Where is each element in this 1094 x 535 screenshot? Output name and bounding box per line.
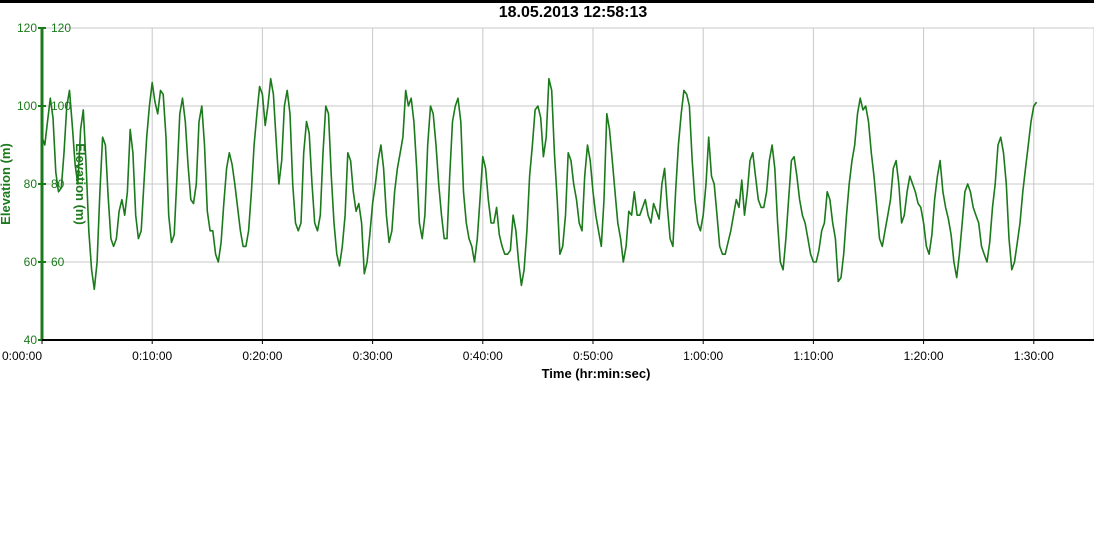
x-tick-label: 1:10:00: [793, 349, 833, 363]
x-tick-label: 0:50:00: [573, 349, 613, 363]
x-tick-label: 0:20:00: [242, 349, 282, 363]
chart-title: 18.05.2013 12:58:13: [499, 4, 648, 21]
x-tick-label: 0:40:00: [463, 349, 503, 363]
x-tick-label: 0:00:00: [2, 349, 42, 363]
y-axis-label: Elevation (m): [0, 143, 13, 225]
x-tick-label: 1:00:00: [683, 349, 723, 363]
x-tick-label: 1:20:00: [904, 349, 944, 363]
y-tick-label-outer: 100: [17, 99, 37, 113]
x-ticks: 0:00:00 0:10:00 0:20:00 0:30:00 0:40:00 0:50:…: [2, 340, 1054, 363]
x-tick-label: 1:30:00: [1014, 349, 1054, 363]
y-tick-label-inner: 120: [51, 21, 71, 35]
x-tick-label: 0:10:00: [132, 349, 172, 363]
x-tick-label: 0:30:00: [353, 349, 393, 363]
y-tick-label-inner: 60: [51, 255, 65, 269]
elevation-chart: 18.05.2013 12:58:13 406080100120 6080100…: [0, 0, 1094, 381]
y-tick-label-outer: 40: [24, 333, 38, 347]
y-tick-label-outer: 80: [24, 177, 38, 191]
top-border: [0, 0, 1094, 3]
y-tick-label-outer: 120: [17, 21, 37, 35]
y-tick-label-outer: 60: [24, 255, 38, 269]
x-axis-label: Time (hr:min:sec): [542, 366, 651, 381]
